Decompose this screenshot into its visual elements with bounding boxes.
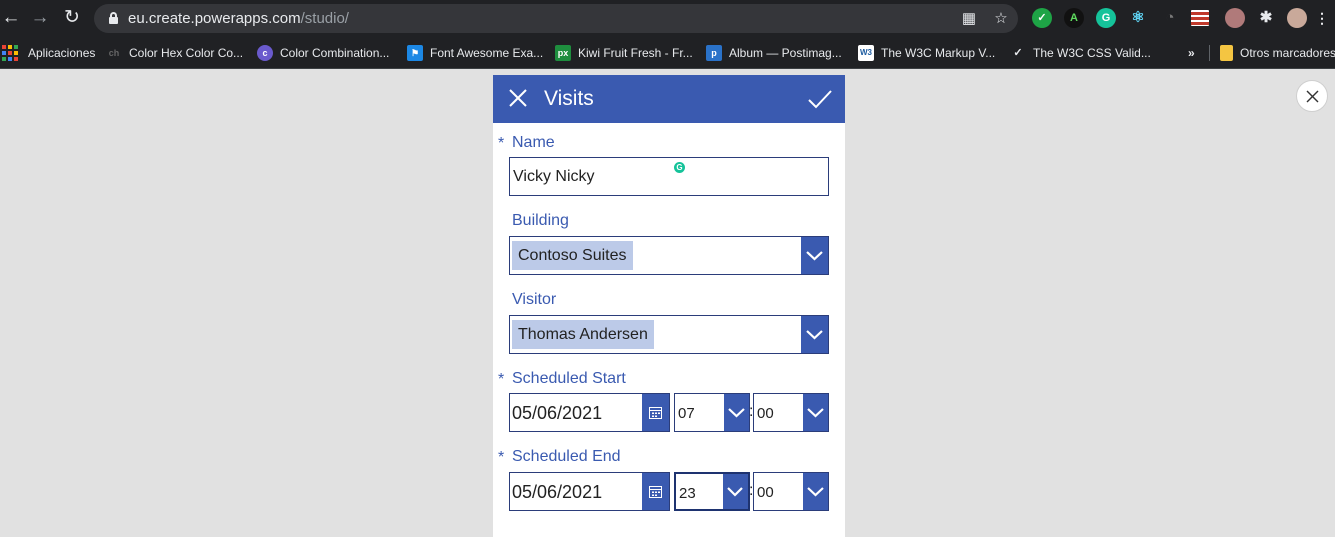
font-awesome-flag-icon: ⚑ [407,45,423,61]
chevron-down-icon [806,251,823,261]
end-date-value: 05/06/2021 [512,482,603,502]
close-preview-button[interactable] [1296,80,1328,112]
end-minute-dropdown-button[interactable] [803,473,828,510]
building-label: Building [512,212,569,229]
browser-toolbar: ← → ↻ eu.create.powerapps.com/studio/ ▦ … [0,0,1335,37]
reload-icon[interactable]: ↻ [61,7,83,29]
form-title: Visits [544,87,594,110]
end-minute-dropdown[interactable]: 00 [753,472,829,511]
visitor-combobox[interactable]: Thomas Andersen [509,315,829,354]
w3c-icon: W3 [858,45,874,61]
end-hour-dropdown-button[interactable] [723,474,748,509]
building-combobox[interactable]: Contoso Suites [509,236,829,275]
start-minute-dropdown-button[interactable] [803,394,828,431]
react-devtools-icon[interactable]: ⚛ [1128,8,1148,28]
chevron-down-icon [806,330,823,340]
scheduled-end-label: Scheduled End [512,448,621,465]
extension-flag-icon[interactable] [1191,10,1209,26]
back-icon[interactable]: ← [0,7,22,29]
form-header: Visits [493,75,845,123]
folder-icon [1220,45,1233,61]
end-calendar-button[interactable] [642,473,669,510]
extension-grey-icon[interactable]: ◔ [1160,8,1180,28]
end-date-picker[interactable]: 05/06/2021 [509,472,670,511]
name-required-mark: * [498,135,505,152]
extension-a-icon[interactable]: A [1064,8,1084,28]
color-combination-icon: c [257,45,273,61]
start-required-mark: * [498,371,505,388]
w3c-css-icon: ✓ [1013,47,1023,59]
end-hour-dropdown[interactable]: 23 [674,472,750,511]
address-bar[interactable]: eu.create.powerapps.com/studio/ ▦ ☆ [94,4,1018,33]
calendar-icon [649,407,662,419]
grammarly-icon[interactable]: G [674,162,685,173]
url-text: eu.create.powerapps.com/studio/ [128,10,349,27]
more-bookmarks-button[interactable]: » [1188,43,1195,63]
visitor-dropdown-button[interactable] [801,316,828,353]
start-hour-value: 07 [678,405,695,422]
bookmark-star-icon[interactable]: ☆ [991,9,1011,29]
building-selected-chip[interactable]: Contoso Suites [512,241,633,270]
grammarly-extension-icon[interactable]: G [1096,8,1116,28]
start-calendar-button[interactable] [642,394,669,431]
calendar-icon [649,486,662,498]
visitor-label: Visitor [512,291,557,308]
close-icon [1306,90,1319,103]
px-icon: px [555,45,571,61]
start-date-value: 05/06/2021 [512,403,603,423]
start-minute-dropdown[interactable]: 00 [753,393,829,432]
end-required-mark: * [498,449,505,466]
bookmark-color-combination[interactable]: c Color Combination... [257,43,389,63]
forward-icon[interactable]: → [29,7,51,29]
bookmark-w3c-markup[interactable]: W3 The W3C Markup V... [858,43,995,63]
profile-avatar-icon[interactable] [1287,8,1307,28]
chevron-down-icon [807,487,824,497]
bookmarks-bar: Aplicaciones ch Color Hex Color Co... c … [0,37,1335,69]
colorhex-icon: ch [108,48,120,58]
bookmark-other[interactable]: Otros marcadores [1209,43,1335,63]
start-minute-value: 00 [757,405,774,422]
end-hour-value: 23 [679,485,696,502]
end-minute-value: 00 [757,484,774,501]
visitor-selected-chip[interactable]: Thomas Andersen [512,320,654,349]
chevron-down-icon [727,487,743,497]
translate-icon[interactable]: ▦ [959,9,979,29]
bookmark-divider [1209,45,1210,61]
chevron-down-icon [728,408,745,418]
scheduled-start-label: Scheduled Start [512,370,626,387]
extensions-puzzle-icon[interactable]: ✱ [1256,8,1276,28]
bookmark-w3c-css[interactable]: ✓ The W3C CSS Valid... [1010,43,1150,63]
bookmark-postimage[interactable]: p Album — Postimag... [706,43,842,63]
bookmark-font-awesome[interactable]: ⚑ Font Awesome Exa... [407,43,543,63]
cancel-icon[interactable] [507,87,529,109]
bookmark-kiwi[interactable]: px Kiwi Fruit Fresh - Fr... [555,43,693,63]
browser-menu-icon[interactable]: ⋮ [1315,8,1329,28]
extension-check-icon[interactable]: ✓ [1032,8,1052,28]
extension-brown-icon[interactable] [1225,8,1245,28]
start-hour-dropdown[interactable]: 07 [674,393,750,432]
name-value: Vicky Nicky [513,168,595,185]
bookmark-colorhex[interactable]: ch Color Hex Color Co... [106,43,243,63]
lock-icon [109,12,118,24]
name-label: Name [512,134,555,151]
start-date-picker[interactable]: 05/06/2021 [509,393,670,432]
chevron-down-icon [807,408,824,418]
postimage-icon: p [706,45,722,61]
building-dropdown-button[interactable] [801,237,828,274]
start-hour-dropdown-button[interactable] [724,394,749,431]
submit-check-icon[interactable] [807,87,833,111]
bookmark-apps[interactable]: Aplicaciones [2,43,95,63]
name-input[interactable]: Vicky Nicky [509,157,829,196]
apps-grid-icon [2,45,18,61]
